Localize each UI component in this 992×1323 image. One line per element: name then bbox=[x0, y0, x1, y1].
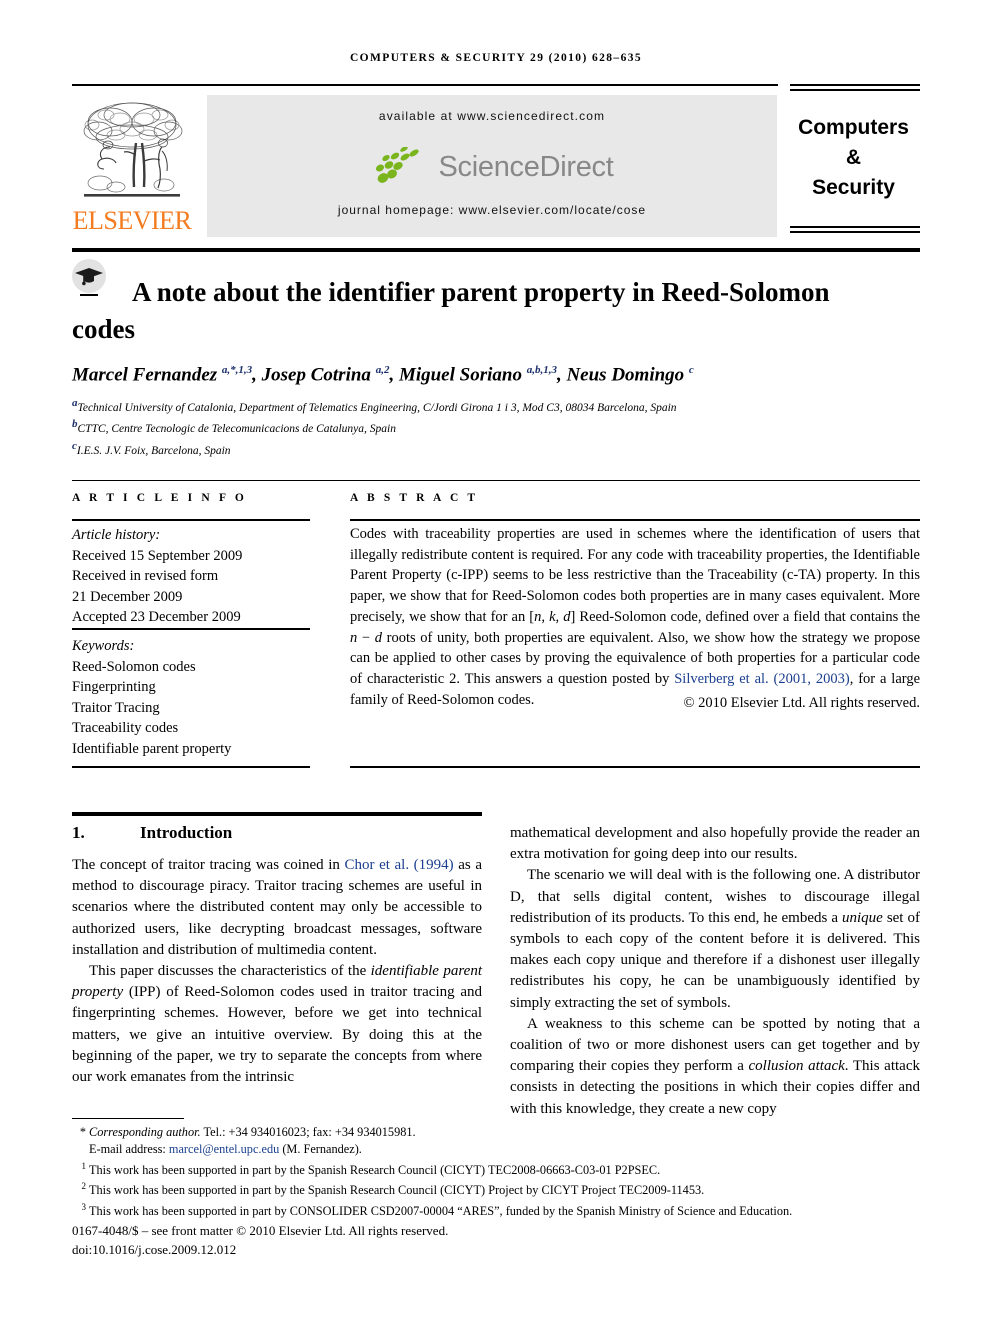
body-column-right: mathematical development and also hopefu… bbox=[510, 825, 920, 1117]
abstract-text: Codes with traceability properties are u… bbox=[350, 526, 921, 708]
keyword-item: Traitor Tracing bbox=[72, 699, 160, 716]
issn-copyright-line: 0167-4048/$ – see front matter © 2010 El… bbox=[72, 1223, 449, 1238]
article-history-line: Accepted 23 December 2009 bbox=[72, 609, 241, 625]
keyword-item: Identifiable parent property bbox=[72, 740, 232, 757]
article-history: Article history: Received 15 September 2… bbox=[72, 525, 322, 628]
affiliation-item: cI.E.S. J.V. Foix, Barcelona, Spain bbox=[72, 439, 231, 457]
sciencedirect-logo: ScienceDirect bbox=[207, 145, 777, 189]
journal-title-line-1: Computers bbox=[798, 116, 909, 139]
abstract-label: A B S T R A C T bbox=[350, 492, 479, 504]
affiliation-item: aTechnical University of Catalonia, Depa… bbox=[72, 397, 677, 414]
article-info-rule-1 bbox=[72, 519, 310, 521]
elsevier-wordmark: ELSEVIER bbox=[72, 206, 192, 235]
footnote-item: 2 This work has been supported in part by… bbox=[81, 1181, 705, 1198]
page-title: A note about the identifier parent prope… bbox=[72, 277, 830, 345]
article-info-rule-3 bbox=[72, 766, 310, 768]
journal-homepage-text: journal homepage: www.elsevier.com/locat… bbox=[337, 203, 647, 217]
keyword-item: Reed-Solomon codes bbox=[72, 658, 196, 675]
article-history-line: 21 December 2009 bbox=[72, 588, 183, 605]
author-list: Marcel Fernandez a,*,1,3, Josep Cotrina … bbox=[72, 364, 694, 386]
article-info-rule-2 bbox=[72, 628, 310, 630]
body-divider bbox=[72, 812, 482, 816]
sciencedirect-wordmark: ScienceDirect bbox=[438, 151, 614, 184]
journal-title-line-3: Security bbox=[812, 176, 895, 199]
header-divider bbox=[72, 248, 920, 252]
keywords-heading: Keywords: bbox=[72, 638, 135, 654]
masthead: ELSEVIER available at www.sciencedirect.… bbox=[72, 95, 920, 237]
footnote-item: 3 This work has been supported in part by… bbox=[81, 1202, 793, 1219]
affiliation-list: aTechnical University of Catalonia, Depa… bbox=[72, 395, 920, 459]
imprint-block: 0167-4048/$ – see front matter © 2010 El… bbox=[72, 1222, 920, 1259]
info-divider-top bbox=[72, 480, 920, 481]
keyword-item: Fingerprinting bbox=[72, 679, 156, 695]
footnote-item: 1 This work has been supported in part by… bbox=[81, 1160, 661, 1177]
footnote-divider bbox=[72, 1118, 184, 1119]
article-history-line: Received 15 September 2009 bbox=[72, 547, 243, 564]
email-link[interactable]: marcel@entel.upc.edu bbox=[169, 1142, 279, 1156]
footnote-email: E-mail address: marcel@entel.upc.edu (M.… bbox=[89, 1141, 362, 1156]
sciencedirect-leaves-icon bbox=[375, 146, 419, 184]
section-number: 1. bbox=[72, 823, 85, 842]
journal-title-line-2: & bbox=[845, 146, 862, 169]
abstract-copyright: © 2010 Elsevier Ltd. All rights reserved… bbox=[683, 695, 920, 711]
masthead-rule-left bbox=[72, 84, 778, 86]
running-head: COMPUTERS & SECURITY 29 (2010) 628–635 bbox=[349, 52, 643, 64]
doi-line: doi:10.1016/j.cose.2009.12.012 bbox=[72, 1241, 237, 1257]
elsevier-tree-icon bbox=[83, 102, 183, 197]
journal-rule-top-2 bbox=[790, 89, 920, 91]
keyword-item: Traceability codes bbox=[72, 720, 179, 736]
keyword-list: Keywords: Reed-Solomon codes Fingerprint… bbox=[72, 636, 322, 759]
article-history-heading: Article history: bbox=[72, 527, 161, 543]
affiliation-item: bCTTC, Centre Tecnologic de Telecomunica… bbox=[72, 418, 396, 436]
body-column-left: The concept of traitor tracing was coine… bbox=[72, 857, 482, 1086]
footnote-corresponding: * Corresponding author. Tel.: +34 9340160… bbox=[79, 1125, 416, 1139]
journal-title: Computers & Security bbox=[787, 113, 920, 203]
section-title: Introduction bbox=[140, 823, 233, 842]
article-history-line: Received in revised form bbox=[72, 568, 219, 584]
sciencedirect-band: available at www.sciencedirect.com Scien… bbox=[207, 95, 777, 237]
abstract-rule-2 bbox=[350, 766, 920, 768]
available-at-text: available at www.sciencedirect.com bbox=[378, 109, 606, 123]
paper-page: COMPUTERS & SECURITY 29 (2010) 628–635 E… bbox=[0, 0, 992, 1323]
journal-rule-top-1 bbox=[790, 84, 920, 86]
elsevier-logo: ELSEVIER bbox=[72, 95, 192, 237]
footnote-list: * Corresponding author. Tel.: +34 9340160… bbox=[72, 1124, 920, 1220]
abstract-rule-1 bbox=[350, 519, 920, 521]
article-info-label: A R T I C L E I N F O bbox=[72, 492, 247, 504]
